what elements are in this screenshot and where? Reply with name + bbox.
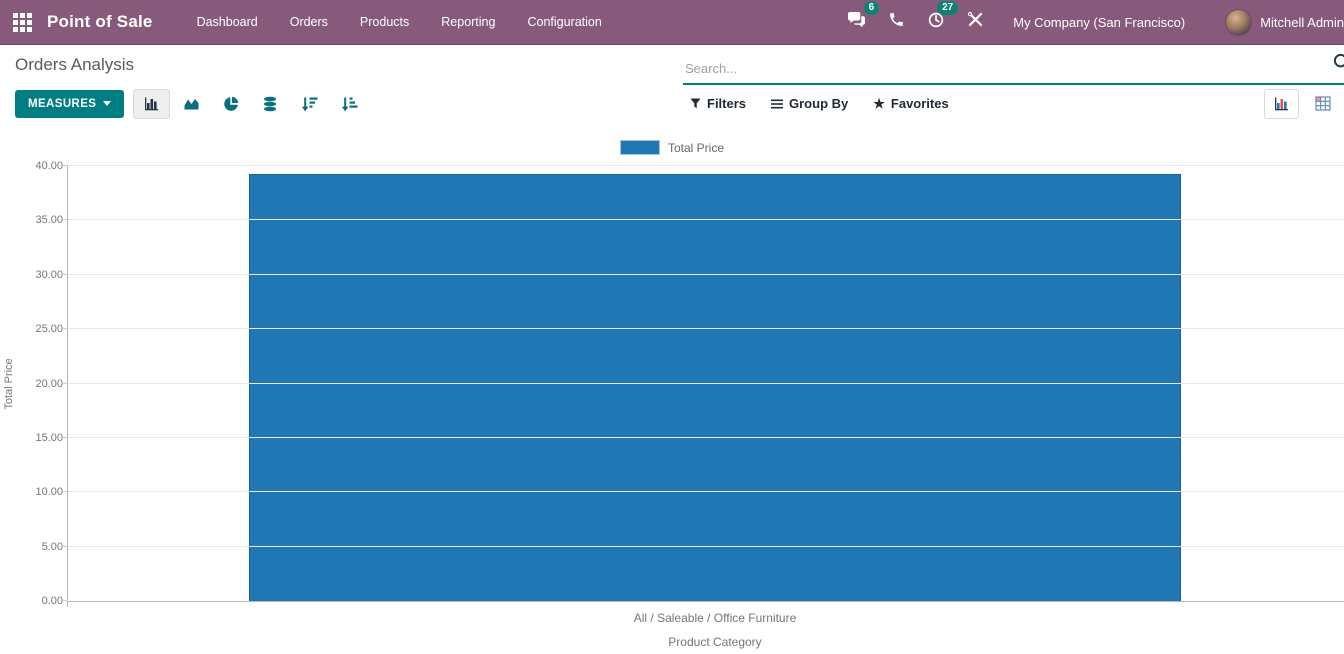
company-switcher[interactable]: My Company (San Francisco) xyxy=(995,15,1201,30)
pivot-view-button[interactable] xyxy=(1306,89,1340,118)
user-name[interactable]: Mitchell Admin xyxy=(1260,15,1344,30)
filters-label: Filters xyxy=(707,96,746,111)
favorites-button[interactable]: ★ Favorites xyxy=(873,96,948,111)
star-icon: ★ xyxy=(873,97,885,110)
pie-chart-icon xyxy=(223,96,239,112)
stacked-button[interactable] xyxy=(252,89,288,119)
sort-asc-button[interactable] xyxy=(331,89,368,119)
legend-swatch xyxy=(620,140,660,155)
pivot-view-icon xyxy=(1315,96,1331,111)
graph-view-icon xyxy=(1273,96,1290,112)
y-tick-mark xyxy=(63,274,68,275)
filter-funnel-icon xyxy=(690,98,701,109)
y-tick-mark xyxy=(63,600,68,601)
control-panel-bottom: MEASURES xyxy=(0,85,1344,122)
page-title: Orders Analysis xyxy=(0,55,683,75)
group-by-bars-icon xyxy=(771,99,783,109)
chart-legend[interactable]: Total Price xyxy=(0,140,1344,155)
y-axis-title: Total Price xyxy=(3,358,15,409)
filters-button[interactable]: Filters xyxy=(690,96,746,111)
y-tick-mark xyxy=(63,437,68,438)
orders-analysis-chart: Total Price Total Price All / Saleable /… xyxy=(0,140,1344,602)
y-tick-label: 30.00 xyxy=(15,269,63,281)
gridline xyxy=(68,383,1344,384)
phone-icon xyxy=(888,11,905,33)
tools-icon xyxy=(967,11,984,33)
menu-item-reporting[interactable]: Reporting xyxy=(425,0,511,45)
y-tick-label: 15.00 xyxy=(15,432,63,444)
y-tick-mark xyxy=(63,219,68,220)
view-switcher xyxy=(1264,89,1340,119)
x-category-label: All / Saleable / Office Furniture xyxy=(249,611,1181,625)
y-tick-mark xyxy=(63,165,68,166)
y-tick-label: 25.00 xyxy=(15,323,63,335)
user-avatar[interactable] xyxy=(1225,9,1252,36)
y-tick-label: 35.00 xyxy=(15,214,63,226)
apps-grid-icon[interactable] xyxy=(13,13,32,32)
gridline xyxy=(68,328,1344,329)
menu-item-orders[interactable]: Orders xyxy=(274,0,344,45)
group-by-button[interactable]: Group By xyxy=(771,96,848,111)
gridline xyxy=(68,437,1344,438)
bar-chart-button[interactable] xyxy=(133,89,170,119)
search-box xyxy=(683,45,1344,85)
graph-view-button[interactable] xyxy=(1264,89,1299,119)
y-tick-label: 40.00 xyxy=(15,160,63,172)
database-icon xyxy=(262,96,278,112)
area-chart-icon xyxy=(183,96,200,111)
search-icon[interactable] xyxy=(1332,52,1344,77)
tools-button[interactable] xyxy=(956,11,995,33)
caret-down-icon xyxy=(103,101,111,106)
chart-type-buttons xyxy=(133,89,368,119)
y-tick-mark xyxy=(63,491,68,492)
favorites-label: Favorites xyxy=(891,96,949,111)
y-tick-label: 0.00 xyxy=(15,595,63,607)
top-navbar: Point of Sale Dashboard Orders Products … xyxy=(0,0,1344,45)
sort-ascending-icon xyxy=(341,96,358,112)
x-axis-stub xyxy=(67,601,68,607)
activities-button[interactable]: 27 xyxy=(916,11,956,34)
measures-button[interactable]: MEASURES xyxy=(15,90,124,118)
menu-item-configuration[interactable]: Configuration xyxy=(511,0,617,45)
y-tick-label: 10.00 xyxy=(15,486,63,498)
menu-item-dashboard[interactable]: Dashboard xyxy=(181,0,274,45)
sort-desc-button[interactable] xyxy=(291,89,328,119)
gridline xyxy=(68,274,1344,275)
x-axis-title: Product Category xyxy=(249,635,1181,649)
gridline xyxy=(68,165,1344,166)
y-tick-label: 5.00 xyxy=(15,541,63,553)
legend-label: Total Price xyxy=(668,141,724,155)
gridline xyxy=(68,546,1344,547)
sort-descending-icon xyxy=(301,96,318,112)
measures-label: MEASURES xyxy=(28,98,96,110)
group-by-label: Group By xyxy=(789,96,848,111)
gridline xyxy=(68,491,1344,492)
app-name[interactable]: Point of Sale xyxy=(47,12,153,32)
control-panel-top: Orders Analysis xyxy=(0,45,1344,85)
y-tick-label: 20.00 xyxy=(15,378,63,390)
menu-item-products[interactable]: Products xyxy=(344,0,425,45)
gridline xyxy=(68,219,1344,220)
messages-button[interactable]: 6 xyxy=(836,11,877,33)
plot-area: Total Price All / Saleable / Office Furn… xyxy=(67,166,1344,602)
chat-bubbles-icon xyxy=(847,11,866,33)
y-tick-mark xyxy=(63,546,68,547)
pie-chart-button[interactable] xyxy=(213,89,249,119)
bar[interactable] xyxy=(249,174,1181,601)
activities-badge: 27 xyxy=(937,1,958,15)
bar-chart-icon xyxy=(143,96,160,112)
line-chart-button[interactable] xyxy=(173,89,210,118)
y-tick-mark xyxy=(63,328,68,329)
search-facets: Filters Group By ★ Favorites xyxy=(690,96,949,111)
y-tick-mark xyxy=(63,383,68,384)
search-input[interactable] xyxy=(683,57,1344,85)
phone-button[interactable] xyxy=(877,11,916,33)
